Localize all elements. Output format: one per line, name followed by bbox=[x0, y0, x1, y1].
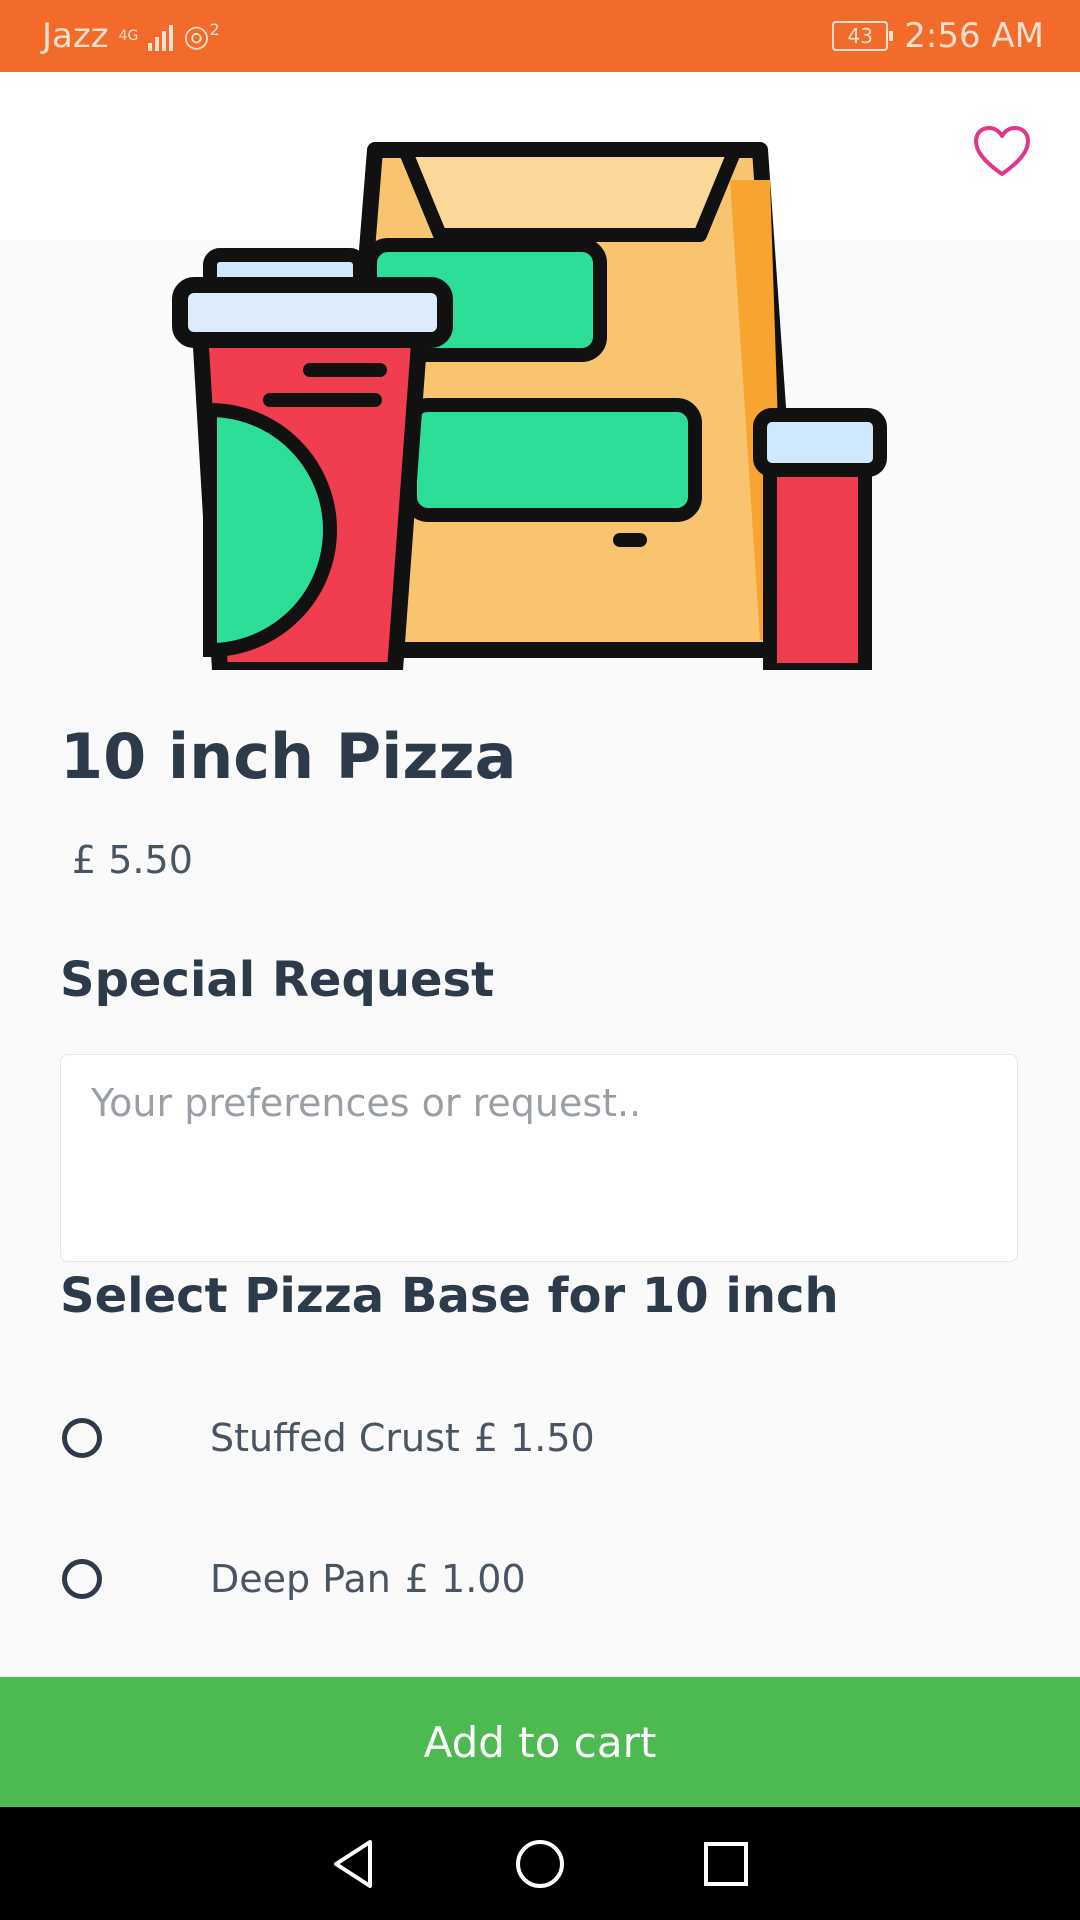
hotspot-icon: ◎2 bbox=[183, 18, 220, 54]
back-icon[interactable] bbox=[326, 1836, 382, 1892]
option-price: £ 1.50 bbox=[473, 1416, 595, 1460]
battery-icon: 43 bbox=[832, 21, 894, 51]
status-right: 43 2:56 AM bbox=[832, 16, 1044, 56]
carrier-name: Jazz bbox=[42, 16, 109, 56]
option-label: Stuffed Crust £ 1.50 bbox=[210, 1416, 595, 1460]
heart-outline-icon[interactable] bbox=[970, 120, 1034, 184]
special-request-heading: Special Request bbox=[60, 952, 495, 1008]
option-name: Deep Pan bbox=[210, 1557, 391, 1601]
status-bar: Jazz 4G ◎2 43 2:56 AM bbox=[0, 0, 1080, 72]
add-to-cart-button[interactable]: Add to cart bbox=[0, 1677, 1080, 1807]
pizza-base-heading: Select Pizza Base for 10 inch bbox=[60, 1268, 839, 1324]
home-icon[interactable] bbox=[512, 1836, 568, 1892]
navigation-bar bbox=[0, 1807, 1080, 1920]
clock: 2:56 AM bbox=[904, 16, 1044, 56]
network-type: 4G bbox=[118, 28, 139, 44]
battery-level: 43 bbox=[847, 24, 873, 48]
hotspot-count: 2 bbox=[209, 19, 220, 39]
pizza-base-option-deep-pan[interactable]: Deep Pan £ 1.00 bbox=[60, 1539, 1018, 1619]
product-price: £ 5.50 bbox=[72, 838, 193, 882]
recents-icon[interactable] bbox=[698, 1836, 754, 1892]
radio-button[interactable] bbox=[62, 1559, 102, 1599]
signal-icon bbox=[148, 21, 174, 51]
option-label: Deep Pan £ 1.00 bbox=[210, 1557, 526, 1601]
product-title: 10 inch Pizza bbox=[60, 720, 517, 793]
option-price: £ 1.00 bbox=[404, 1557, 526, 1601]
pizza-base-option-stuffed-crust[interactable]: Stuffed Crust £ 1.50 bbox=[60, 1398, 1018, 1478]
radio-button[interactable] bbox=[62, 1418, 102, 1458]
option-name: Stuffed Crust bbox=[210, 1416, 460, 1460]
status-left: Jazz 4G ◎2 bbox=[42, 16, 220, 56]
food-takeaway-bag-illustration bbox=[172, 142, 887, 670]
special-request-input[interactable] bbox=[60, 1054, 1018, 1262]
